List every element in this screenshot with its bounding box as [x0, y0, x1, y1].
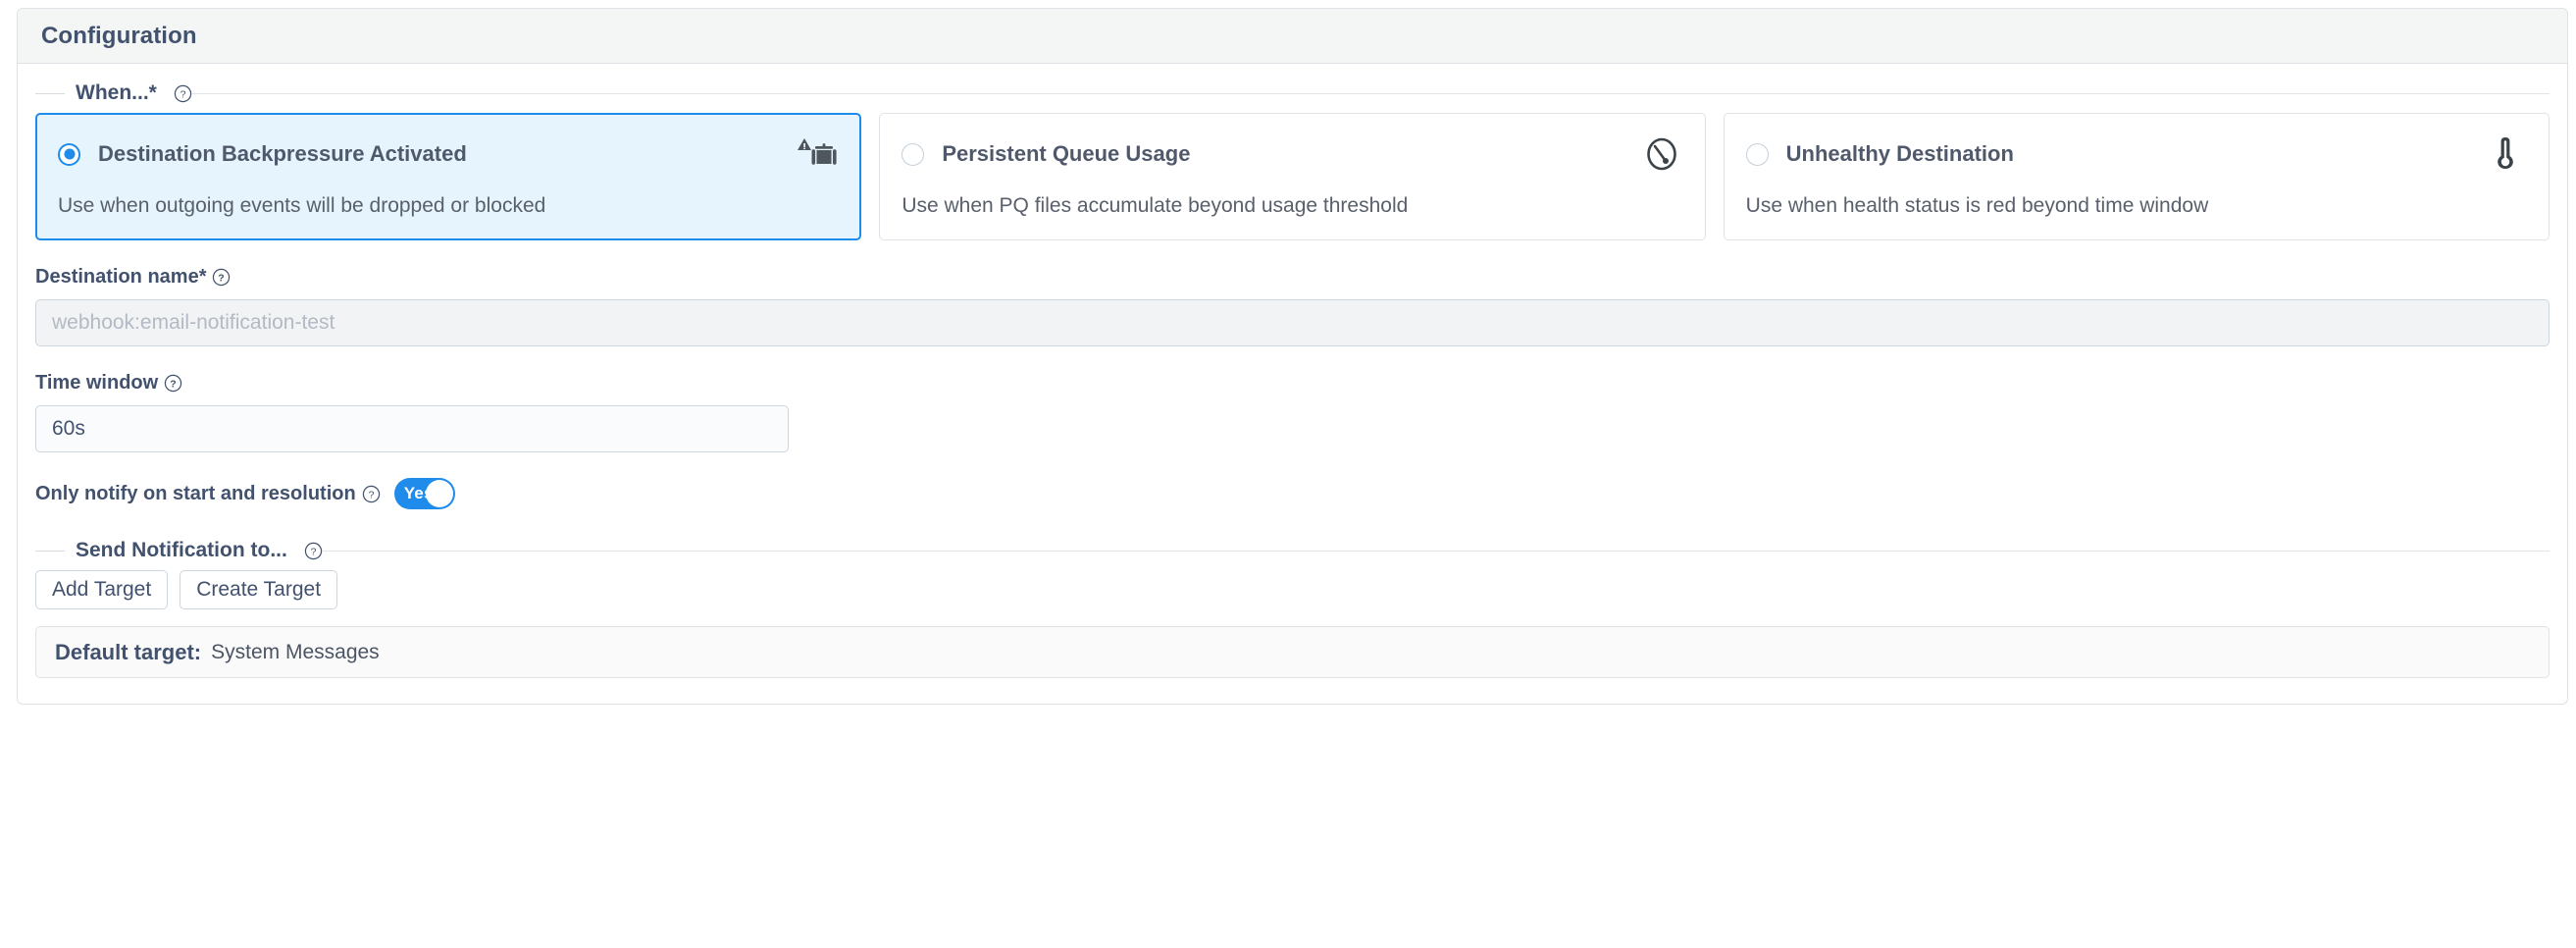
configuration-panel: Configuration When...* ? Destination Bac — [17, 8, 2568, 705]
card-label-wrap: Persistent Queue Usage — [902, 141, 1190, 167]
page-title: Configuration — [41, 23, 197, 50]
help-circle-icon[interactable]: ? — [362, 485, 381, 503]
legend-dash-left — [35, 551, 65, 552]
target-buttons-row: Add Target Create Target — [35, 570, 2550, 609]
card-top-row: Persistent Queue Usage — [902, 135, 1682, 173]
svg-text:?: ? — [171, 380, 177, 391]
card-title: Destination Backpressure Activated — [98, 141, 467, 167]
card-top-row: Destination Backpressure Activated — [58, 135, 839, 173]
card-title: Unhealthy Destination — [1786, 141, 2014, 167]
card-title: Persistent Queue Usage — [942, 141, 1190, 167]
help-circle-icon[interactable]: ? — [174, 84, 192, 103]
thermometer-icon — [2484, 135, 2527, 173]
destination-name-input[interactable] — [35, 299, 2550, 346]
legend-line-right — [323, 551, 2550, 552]
when-options-group: Destination Backpressure Activated — [35, 113, 2550, 240]
time-window-input[interactable] — [35, 405, 789, 452]
send-notification-section: Send Notification to... ? Add Target Cre… — [35, 539, 2550, 678]
default-target-row: Default target: System Messages — [35, 626, 2550, 678]
add-target-button[interactable]: Add Target — [35, 570, 168, 609]
card-label-wrap: Destination Backpressure Activated — [58, 141, 467, 167]
only-notify-label: Only notify on start and resolution — [35, 483, 356, 505]
card-description: Use when outgoing events will be dropped… — [58, 194, 839, 218]
svg-text:?: ? — [368, 490, 374, 500]
svg-text:?: ? — [219, 274, 225, 285]
when-legend-row: When...* ? — [35, 81, 2550, 105]
create-target-button[interactable]: Create Target — [180, 570, 337, 609]
destination-name-label: Destination name* — [35, 266, 206, 289]
card-description: Use when health status is red beyond tim… — [1746, 194, 2527, 218]
default-target-label: Default target: — [55, 640, 201, 665]
help-circle-icon[interactable]: ? — [212, 268, 231, 287]
time-window-label: Time window — [35, 372, 158, 395]
card-description: Use when PQ files accumulate beyond usag… — [902, 194, 1682, 218]
destination-name-label-row: Destination name* ? — [35, 266, 2550, 289]
time-window-label-row: Time window ? — [35, 372, 2550, 395]
help-circle-icon[interactable]: ? — [164, 374, 182, 393]
backpressure-valve-warning-icon — [796, 135, 839, 173]
only-notify-row: Only notify on start and resolution ? Ye… — [35, 478, 2550, 509]
panel-body: When...* ? Destination Backpressure Acti… — [18, 64, 2567, 704]
radio-persistent-queue-usage[interactable] — [902, 143, 924, 166]
gauge-meter-icon — [1640, 135, 1683, 173]
send-notification-legend-label: Send Notification to... — [65, 539, 298, 562]
only-notify-toggle[interactable]: Yes — [394, 478, 455, 509]
svg-text:?: ? — [310, 547, 316, 557]
help-circle-icon[interactable]: ? — [304, 542, 323, 560]
radio-destination-backpressure[interactable] — [58, 143, 80, 166]
radio-unhealthy-destination[interactable] — [1746, 143, 1769, 166]
when-option-card-backpressure[interactable]: Destination Backpressure Activated — [35, 113, 861, 240]
svg-text:?: ? — [180, 89, 185, 100]
when-legend-label: When...* — [65, 81, 168, 105]
toggle-knob — [426, 480, 453, 507]
panel-header: Configuration — [18, 9, 2567, 64]
when-option-card-unhealthy-destination[interactable]: Unhealthy Destination Use when health st… — [1724, 113, 2550, 240]
card-top-row: Unhealthy Destination — [1746, 135, 2527, 173]
when-option-card-pq-usage[interactable]: Persistent Queue Usage Use when PQ files… — [879, 113, 1705, 240]
destination-name-field-block: Destination name* ? — [35, 266, 2550, 346]
card-label-wrap: Unhealthy Destination — [1746, 141, 2014, 167]
legend-line-right — [192, 93, 2550, 94]
time-window-field-block: Time window ? — [35, 372, 2550, 452]
default-target-value: System Messages — [211, 641, 380, 664]
legend-dash-left — [35, 93, 65, 94]
send-notification-legend-row: Send Notification to... ? — [35, 539, 2550, 562]
